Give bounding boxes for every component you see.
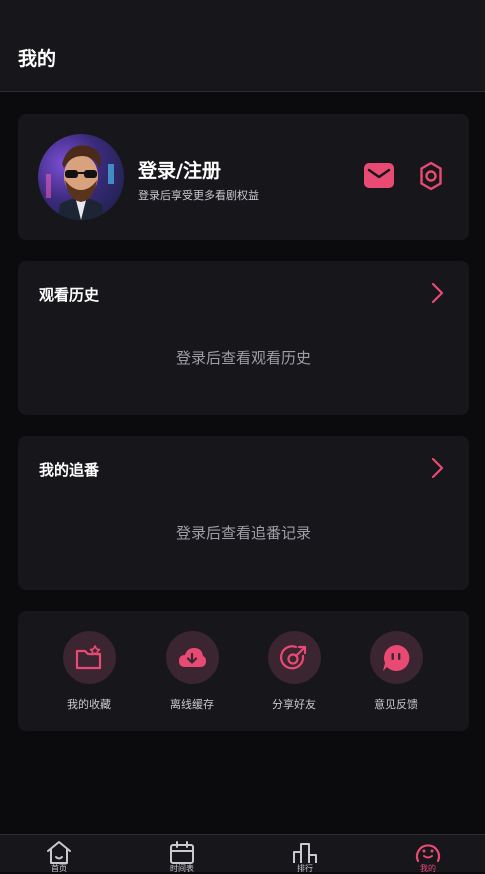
tools-card: 我的收藏 离线缓存 分享好友 意见反馈 (18, 611, 469, 731)
top-header: 我的 (0, 0, 485, 92)
tab-schedule-label: 时间表 (170, 864, 194, 873)
settings-button[interactable] (415, 160, 447, 192)
chevron-right-icon (431, 282, 444, 304)
mail-icon (364, 163, 394, 188)
feedback-chat-icon (383, 644, 410, 671)
tool-offline-cache[interactable]: 离线缓存 (150, 631, 234, 712)
page-title: 我的 (18, 48, 57, 70)
tool-feedback[interactable]: 意见反馈 (354, 631, 438, 712)
profile-smile-icon (415, 844, 441, 863)
watch-history-title: 观看历史 (39, 286, 100, 304)
login-register-title[interactable]: 登录/注册 (138, 156, 221, 183)
watch-history-arrow[interactable] (428, 281, 446, 305)
tab-schedule[interactable]: 时间表 (152, 839, 212, 874)
tool-favorites[interactable]: 我的收藏 (47, 631, 131, 712)
home-icon (47, 841, 71, 864)
tool-share-friends[interactable]: 分享好友 (252, 631, 336, 712)
tab-ranking-label: 排行 (297, 864, 313, 873)
tab-mine-label: 我的 (420, 864, 436, 873)
tool-feedback-label: 意见反馈 (374, 698, 418, 711)
tool-share-friends-label: 分享好友 (272, 698, 316, 711)
share-icon (279, 644, 307, 669)
calendar-icon (170, 841, 194, 864)
watch-history-card[interactable]: 观看历史 登录后查看观看历史 (18, 261, 469, 415)
tab-ranking[interactable]: 排行 (275, 839, 335, 874)
tab-home-label: 首页 (51, 864, 67, 873)
bottom-tab-bar: 首页 时间表 排行 我的 (0, 834, 485, 874)
ranking-icon (293, 843, 317, 863)
tab-mine[interactable]: 我的 (398, 839, 458, 874)
avatar[interactable] (38, 134, 124, 220)
mail-button[interactable] (363, 162, 395, 190)
favorite-folder-icon (75, 644, 102, 669)
tab-home[interactable]: 首页 (29, 839, 89, 874)
tool-favorites-label: 我的收藏 (67, 698, 111, 711)
my-follows-arrow[interactable] (428, 456, 446, 480)
my-follows-card[interactable]: 我的追番 登录后查看追番记录 (18, 436, 469, 590)
tool-offline-cache-label: 离线缓存 (170, 698, 214, 711)
watch-history-empty-text: 登录后查看观看历史 (175, 349, 311, 367)
cloud-download-icon (179, 647, 206, 667)
my-follows-title: 我的追番 (39, 461, 100, 479)
my-follows-empty-text: 登录后查看追番记录 (175, 524, 311, 542)
login-benefit-subtitle: 登录后享受更多看剧权益 (138, 189, 259, 202)
chevron-right-icon (431, 457, 444, 479)
profile-card[interactable]: 登录/注册 登录后享受更多看剧权益 (18, 114, 469, 240)
gear-icon (420, 161, 442, 191)
